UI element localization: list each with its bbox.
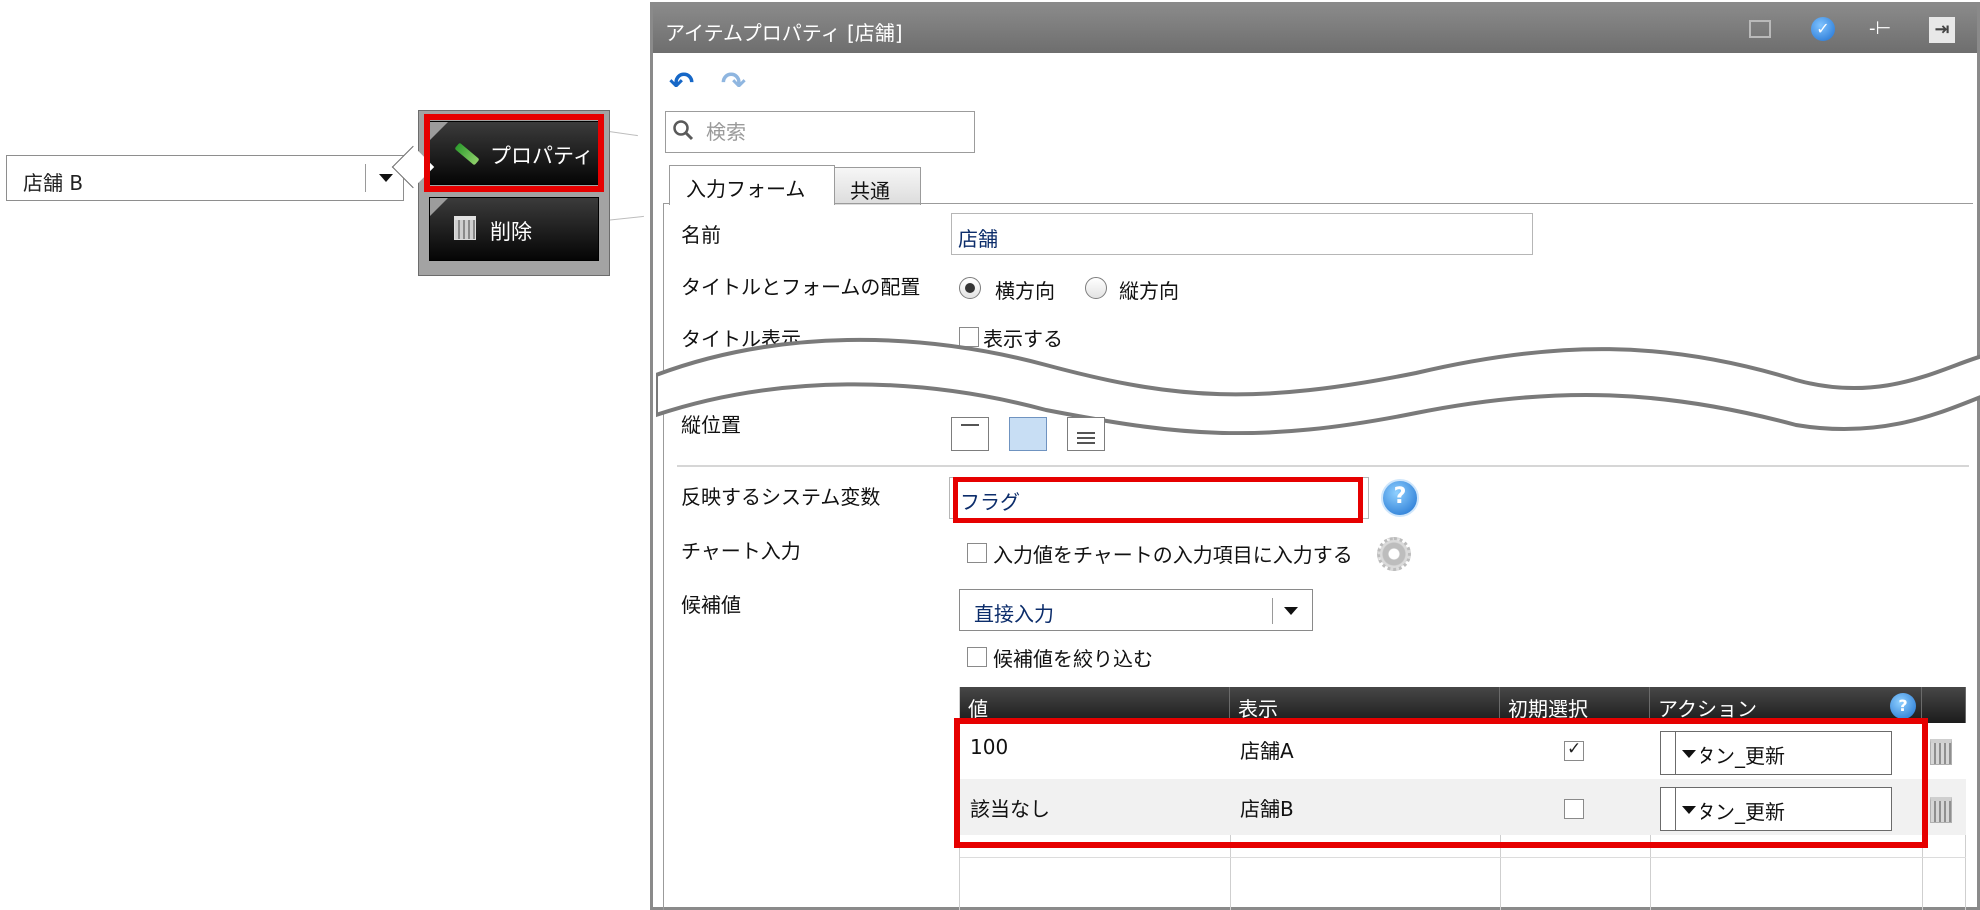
select-separator [1272,598,1273,624]
maximize-icon[interactable] [1749,20,1771,38]
store-select[interactable]: 店舗 B [6,155,404,201]
filter-candidates-checkbox[interactable] [967,647,987,667]
connector-line [604,215,644,222]
vertical-position-label: 縦位置 [681,413,741,437]
valign-middle-button[interactable] [1009,417,1047,451]
help-icon[interactable]: ? [1890,693,1916,719]
delete-button[interactable]: 削除 [429,197,599,261]
delete-button-label: 削除 [490,220,532,244]
section-divider [677,465,1969,467]
trash-icon[interactable] [1930,797,1952,823]
tab-common-label: 共通 [850,179,890,203]
tab-common[interactable]: 共通 [833,167,921,205]
button-corner [430,198,448,216]
tab-input-form[interactable]: 入力フォーム [669,165,835,205]
tear-separator [656,337,1980,435]
store-select-value: 店舗 B [23,171,84,195]
highlight-property-button [424,114,604,192]
layout-horizontal-label: 横方向 [995,279,1055,303]
chart-input-option: 入力値をチャートの入力項目に入力する [993,543,1353,567]
candidates-label: 候補値 [681,593,741,617]
exit-icon[interactable]: ⇥ [1929,17,1955,43]
layout-label: タイトルとフォームの配置 [681,275,921,299]
layout-horizontal-radio[interactable] [959,277,981,299]
highlight-grid-rows [954,718,1928,848]
grid-row-line [960,857,1966,858]
layout-vertical-radio[interactable] [1085,277,1107,299]
chart-input-checkbox[interactable] [967,543,987,563]
valign-bottom-button[interactable] [1067,417,1105,451]
search-input[interactable] [706,116,966,148]
help-icon[interactable]: ? [1381,479,1419,517]
check-icon[interactable]: ✓ [1811,17,1835,41]
gear-icon[interactable] [1377,537,1411,571]
search-icon [673,120,694,141]
name-field[interactable]: 店舗 [951,213,1533,255]
sysvar-label: 反映するシステム変数 [681,485,881,509]
tab-input-form-label: 入力フォーム [686,177,806,201]
candidates-select-value: 直接入力 [974,602,1054,626]
name-field-value: 店舗 [958,227,998,251]
undo-icon[interactable]: ↶ [669,69,699,99]
valign-top-button[interactable] [951,417,989,451]
chart-input-label: チャート入力 [681,539,801,563]
window-title: アイテムプロパティ [店舗] [665,21,903,45]
highlight-sysvar [953,477,1363,523]
content-border [663,203,664,910]
candidates-select[interactable]: 直接入力 [959,589,1313,631]
window-titlebar[interactable]: アイテムプロパティ [店舗] ✓ -⊢ ⇥ [653,5,1977,53]
redo-icon[interactable]: ↷ [721,69,751,99]
filter-candidates-option: 候補値を絞り込む [993,647,1153,671]
name-label: 名前 [681,223,721,247]
chevron-down-icon[interactable] [1284,607,1298,615]
column-header-extra [1922,687,1966,723]
pin-icon[interactable]: -⊢ [1869,17,1899,41]
layout-vertical-label: 縦方向 [1119,279,1179,303]
chevron-down-icon[interactable] [379,174,393,182]
tab-baseline [663,203,1973,204]
search-box[interactable] [665,111,975,153]
trash-icon [454,216,476,240]
connector-line [608,130,638,137]
trash-icon[interactable] [1930,739,1952,765]
select-separator [365,164,366,192]
